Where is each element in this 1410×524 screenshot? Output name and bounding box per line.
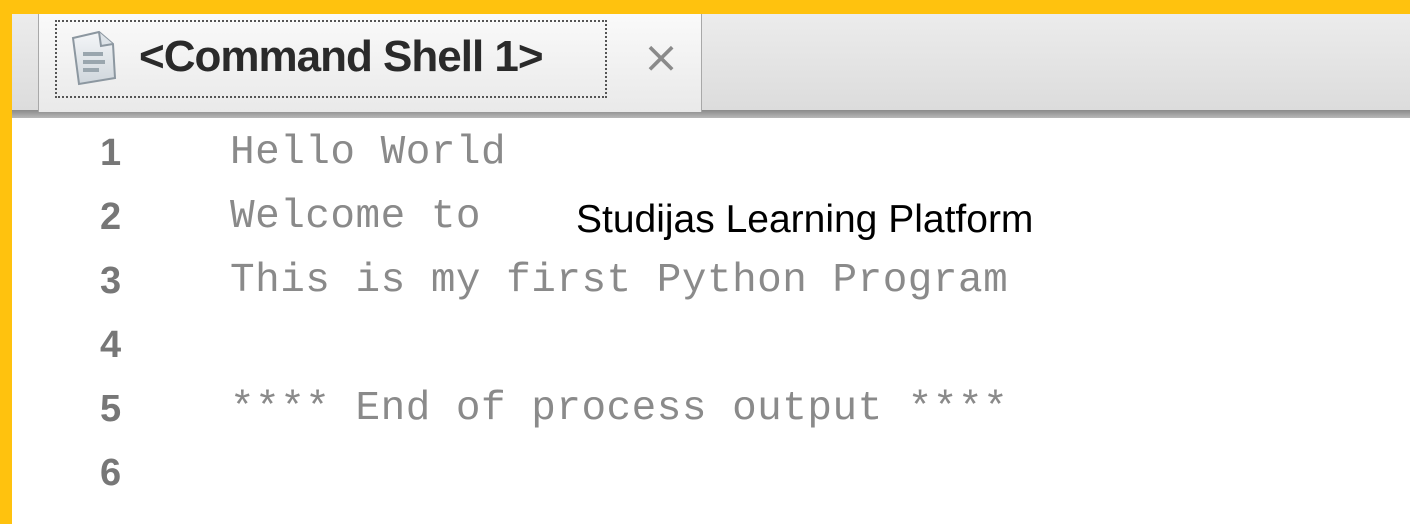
- line-number: 6: [100, 452, 122, 494]
- line-number: 3: [100, 260, 122, 302]
- output-line: Welcome to: [230, 194, 507, 240]
- shell-page-icon: [71, 30, 117, 86]
- output-line: Hello World: [230, 130, 507, 176]
- line-number: 4: [100, 324, 122, 366]
- highlight-border-top: [0, 0, 1410, 14]
- output-line: This is my first Python Program: [230, 258, 1009, 304]
- highlight-border-left: [0, 0, 12, 524]
- line-number: 2: [100, 196, 122, 238]
- line-number: 5: [100, 388, 122, 430]
- line-number: 1: [100, 132, 122, 174]
- tab-command-shell-1[interactable]: <Command Shell 1> ×: [38, 14, 702, 112]
- command-shell-window: <Command Shell 1> × 1 2 3 4 5 6 Hello Wo…: [0, 0, 1410, 524]
- platform-name-overlay: Studijas Learning Platform: [566, 189, 1166, 251]
- close-icon[interactable]: ×: [639, 30, 683, 86]
- tab-label: <Command Shell 1>: [139, 32, 544, 81]
- output-line: **** End of process output ****: [230, 386, 1009, 432]
